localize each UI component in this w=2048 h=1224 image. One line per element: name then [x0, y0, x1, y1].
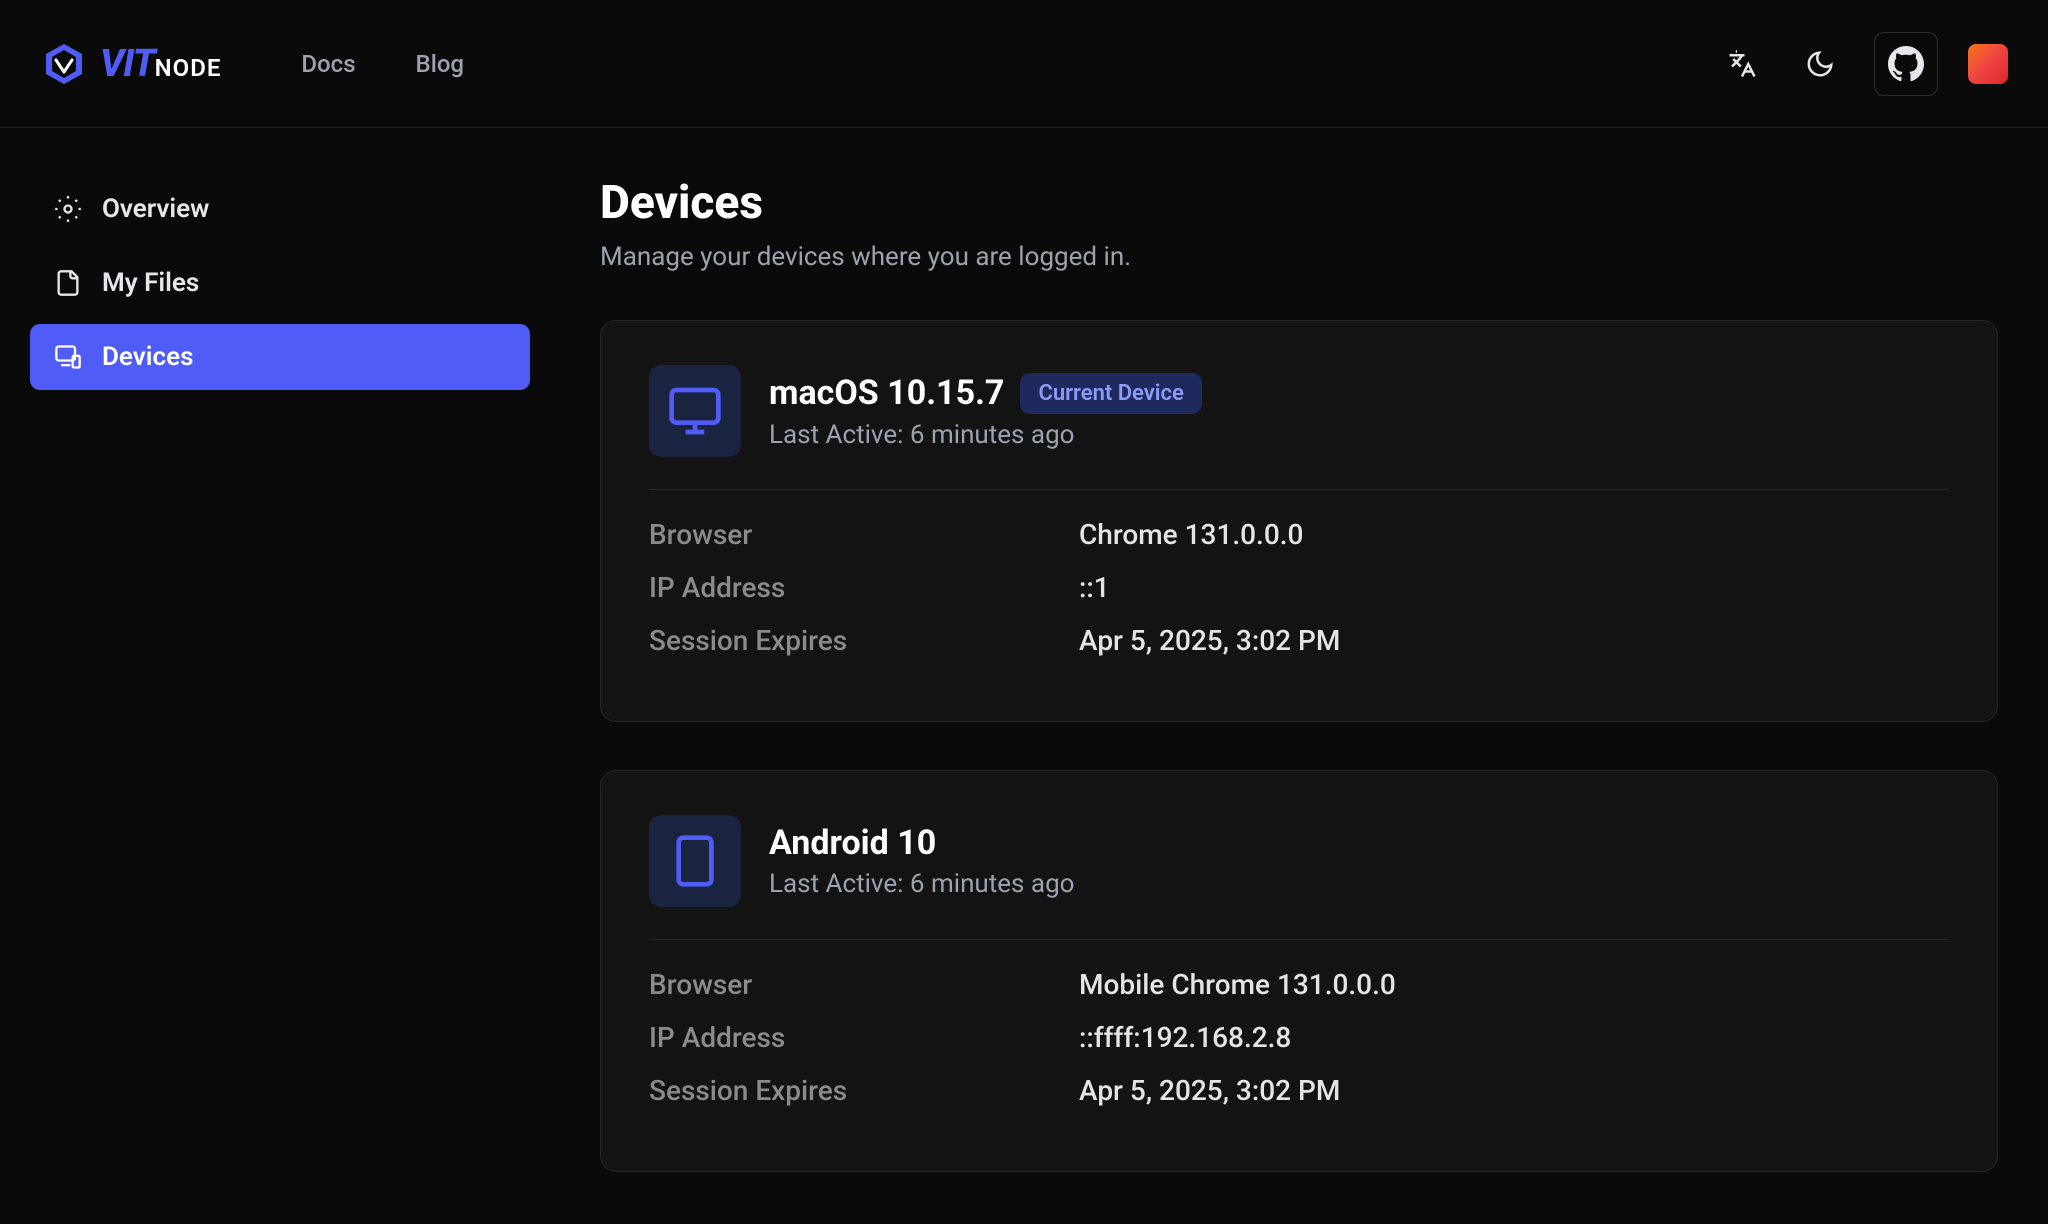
detail-row-expires: Session Expires Apr 5, 2025, 3:02 PM: [649, 624, 1949, 657]
divider: [649, 489, 1949, 490]
main-container: Overview My Files Devices Devices Manage…: [0, 128, 2048, 1224]
detail-row-expires: Session Expires Apr 5, 2025, 3:02 PM: [649, 1074, 1949, 1107]
nav-links: Docs Blog: [301, 50, 464, 78]
github-icon[interactable]: [1874, 32, 1938, 96]
desktop-icon: [649, 365, 741, 457]
detail-row-browser: Browser Mobile Chrome 131.0.0.0: [649, 968, 1949, 1001]
sidebar-item-label: Overview: [102, 194, 209, 224]
content: Devices Manage your devices where you ar…: [560, 128, 2048, 1224]
sidebar-item-devices[interactable]: Devices: [30, 324, 530, 390]
page-title: Devices: [600, 176, 1998, 230]
device-name: Android 10: [769, 823, 936, 863]
page-subtitle: Manage your devices where you are logged…: [600, 242, 1998, 272]
device-card: Android 10 Last Active: 6 minutes ago Br…: [600, 770, 1998, 1172]
theme-toggle-icon[interactable]: [1796, 40, 1844, 88]
mobile-icon: [649, 815, 741, 907]
header: VITNODE Docs Blog: [0, 0, 2048, 128]
divider: [649, 939, 1949, 940]
gear-icon: [54, 195, 82, 223]
device-card: macOS 10.15.7 Current Device Last Active…: [600, 320, 1998, 722]
detail-label: Browser: [649, 518, 1079, 551]
logo-text: VITNODE: [100, 42, 221, 86]
detail-row-browser: Browser Chrome 131.0.0.0: [649, 518, 1949, 551]
device-last-active: Last Active: 6 minutes ago: [769, 869, 1075, 899]
sidebar: Overview My Files Devices: [0, 128, 560, 1224]
device-header: macOS 10.15.7 Current Device Last Active…: [649, 365, 1949, 457]
header-right: [1718, 32, 2008, 96]
detail-label: IP Address: [649, 1021, 1079, 1054]
logo-icon: [40, 40, 88, 88]
detail-row-ip: IP Address ::ffff:192.168.2.8: [649, 1021, 1949, 1054]
device-header: Android 10 Last Active: 6 minutes ago: [649, 815, 1949, 907]
nav-blog[interactable]: Blog: [416, 50, 465, 78]
device-title-row: Android 10: [769, 823, 1075, 863]
current-device-badge: Current Device: [1020, 373, 1201, 414]
device-info: Android 10 Last Active: 6 minutes ago: [769, 823, 1075, 899]
nav-docs[interactable]: Docs: [301, 50, 355, 78]
detail-row-ip: IP Address ::1: [649, 571, 1949, 604]
sidebar-item-label: My Files: [102, 268, 199, 298]
header-left: VITNODE Docs Blog: [40, 40, 464, 88]
detail-label: Session Expires: [649, 624, 1079, 657]
detail-label: IP Address: [649, 571, 1079, 604]
user-avatar[interactable]: [1968, 44, 2008, 84]
device-last-active: Last Active: 6 minutes ago: [769, 420, 1202, 450]
logo[interactable]: VITNODE: [40, 40, 221, 88]
detail-value: Apr 5, 2025, 3:02 PM: [1079, 624, 1340, 657]
sidebar-item-label: Devices: [102, 342, 193, 372]
detail-label: Session Expires: [649, 1074, 1079, 1107]
device-title-row: macOS 10.15.7 Current Device: [769, 373, 1202, 414]
language-icon[interactable]: [1718, 40, 1766, 88]
device-icon: [54, 343, 82, 371]
sidebar-item-myfiles[interactable]: My Files: [30, 250, 530, 316]
sidebar-item-overview[interactable]: Overview: [30, 176, 530, 242]
detail-value: Chrome 131.0.0.0: [1079, 518, 1303, 551]
detail-value: ::1: [1079, 571, 1110, 604]
detail-value: Mobile Chrome 131.0.0.0: [1079, 968, 1396, 1001]
device-info: macOS 10.15.7 Current Device Last Active…: [769, 373, 1202, 450]
detail-value: ::ffff:192.168.2.8: [1079, 1021, 1291, 1054]
device-name: macOS 10.15.7: [769, 373, 1004, 413]
files-icon: [54, 269, 82, 297]
detail-label: Browser: [649, 968, 1079, 1001]
detail-value: Apr 5, 2025, 3:02 PM: [1079, 1074, 1340, 1107]
